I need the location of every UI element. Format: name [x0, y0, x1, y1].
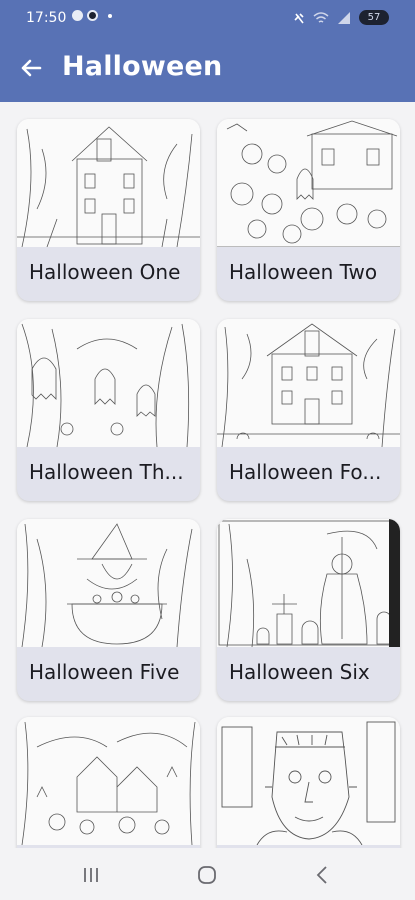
card-halloween-eight[interactable] — [217, 717, 400, 848]
card-label: Halloween Five — [29, 660, 180, 684]
haunted-mansion-art — [217, 319, 400, 447]
notification-icons — [72, 10, 112, 21]
home-button[interactable] — [192, 860, 222, 890]
arrow-left-icon — [21, 59, 42, 77]
back-button[interactable] — [16, 53, 46, 83]
haunted-village-art — [17, 717, 200, 845]
recents-button[interactable] — [76, 860, 106, 890]
card-label: Halloween Six — [229, 660, 370, 684]
notification-dot-icon — [108, 13, 112, 18]
nav-back-button[interactable] — [308, 860, 338, 890]
page-title: Halloween — [62, 51, 223, 82]
mute-icon — [294, 12, 304, 23]
frankenstein-art — [217, 717, 400, 845]
forest-ghosts-art — [17, 319, 200, 447]
system-navigation-bar — [0, 848, 415, 900]
card-label: Halloween Th... — [29, 460, 184, 484]
card-halloween-five[interactable]: Halloween Five — [17, 519, 200, 701]
card-label: Halloween One — [29, 260, 181, 284]
system-icons: 57 — [293, 10, 389, 25]
card-halloween-six[interactable]: Halloween Six — [217, 519, 400, 701]
card-halloween-two[interactable]: Halloween Two — [217, 119, 400, 301]
app-bar: Halloween — [0, 36, 415, 102]
wifi-icon — [313, 11, 329, 23]
card-halloween-three[interactable]: Halloween Th... — [17, 319, 200, 501]
coloring-page-grid[interactable]: Halloween One Halloween Two Halloween Th… — [0, 102, 415, 848]
ghost-crowd-art — [217, 119, 400, 247]
card-label: Halloween Two — [229, 260, 378, 284]
card-halloween-one[interactable]: Halloween One — [17, 119, 200, 301]
battery-icon: 57 — [359, 10, 389, 25]
grim-reaper-art — [217, 519, 400, 647]
card-halloween-seven[interactable] — [17, 717, 200, 848]
card-label: Halloween Fo... — [229, 460, 382, 484]
signal-icon — [338, 11, 350, 24]
home-icon — [198, 866, 216, 884]
card-halloween-four[interactable]: Halloween Fo... — [217, 319, 400, 501]
back-icon — [316, 866, 327, 884]
witch-cauldron-art — [17, 519, 200, 647]
notification-app-icon — [72, 10, 83, 21]
notification-media-icon — [87, 10, 98, 21]
status-bar: 17:50 57 — [0, 0, 415, 36]
status-time: 17:50 — [26, 10, 67, 26]
haunted-mansion-art — [17, 119, 200, 247]
recents-icon — [84, 868, 98, 882]
